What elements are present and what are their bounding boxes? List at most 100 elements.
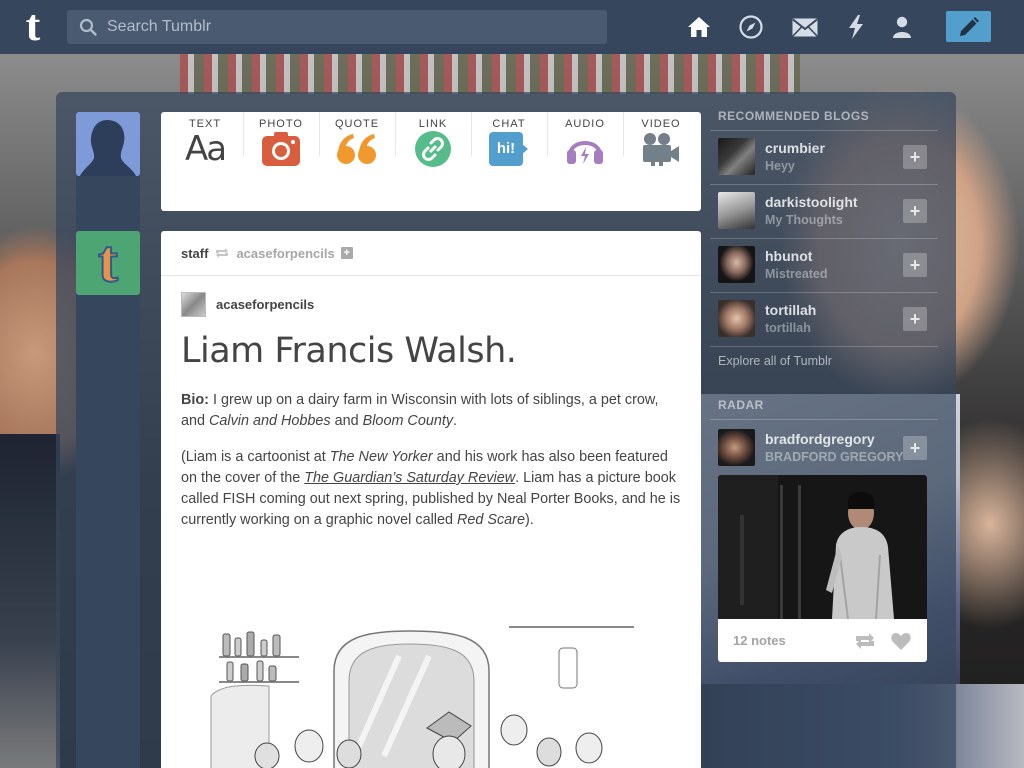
divider bbox=[710, 130, 938, 131]
background-jersey-left bbox=[0, 434, 60, 768]
source-blog-name[interactable]: acaseforpencils bbox=[236, 246, 334, 261]
avatar-column bbox=[76, 112, 140, 768]
divider bbox=[710, 292, 938, 293]
post-type-quote[interactable]: QUOTE bbox=[319, 112, 395, 176]
divider bbox=[710, 184, 938, 185]
author-name[interactable]: acaseforpencils bbox=[216, 297, 314, 312]
cartoon-illustration bbox=[209, 626, 634, 768]
radar-post-photo[interactable] bbox=[718, 475, 927, 619]
notes-count[interactable]: 12 notes bbox=[733, 633, 786, 648]
follow-plus-icon[interactable]: + bbox=[903, 253, 927, 277]
recommended-blog-row[interactable]: hbunot Mistreated + bbox=[718, 246, 928, 286]
search-input[interactable] bbox=[107, 18, 587, 36]
guardian-link[interactable]: The Guardian’s Saturday Review bbox=[304, 470, 515, 486]
body-text: ). bbox=[524, 512, 534, 528]
recommended-blog-row[interactable]: crumbier Heyy + bbox=[718, 138, 928, 178]
body-text: (Liam is a cartoonist at bbox=[181, 449, 330, 465]
radar-post-card[interactable]: 12 notes bbox=[718, 475, 927, 662]
chat-glyph: hi! bbox=[496, 140, 516, 157]
follow-plus-icon[interactable]: + bbox=[340, 247, 353, 259]
quote-marks-icon bbox=[319, 130, 395, 168]
blog-avatar[interactable] bbox=[718, 138, 755, 175]
post-author-row: acaseforpencils bbox=[181, 292, 314, 317]
blog-avatar[interactable] bbox=[718, 192, 755, 229]
recommended-blog-row[interactable]: tortillah tortillah + bbox=[718, 300, 928, 340]
post-type-label: AUDIO bbox=[565, 118, 605, 130]
blog-name[interactable]: tortillah bbox=[765, 302, 816, 318]
recommended-blog-row[interactable]: darkistoolight My Thoughts + bbox=[718, 192, 928, 232]
video-camera-icon bbox=[623, 130, 699, 168]
activity-lightning-icon[interactable] bbox=[843, 14, 869, 40]
bio-label: Bio: bbox=[181, 392, 209, 408]
post-type-label: CHAT bbox=[492, 118, 526, 130]
post-type-audio[interactable]: AUDIO bbox=[547, 112, 623, 176]
radar-blog-row[interactable]: bradfordgregory BRADFORD GREGORY + bbox=[718, 429, 928, 469]
reblogger-name[interactable]: staff bbox=[181, 246, 208, 261]
post-type-video[interactable]: VIDEO bbox=[623, 112, 699, 176]
explore-tumblr-link[interactable]: Explore all of Tumblr bbox=[718, 354, 832, 368]
follow-plus-icon[interactable]: + bbox=[903, 199, 927, 223]
headphones-icon bbox=[547, 130, 623, 168]
recommended-blogs-heading: RECOMMENDED BLOGS bbox=[718, 109, 870, 123]
divider bbox=[710, 238, 938, 239]
account-person-icon[interactable] bbox=[889, 14, 915, 40]
search-box[interactable] bbox=[67, 10, 607, 44]
top-navigation-bar: t bbox=[0, 0, 1024, 54]
blog-avatar[interactable] bbox=[718, 300, 755, 337]
background-crowd bbox=[180, 54, 800, 94]
post-type-label: LINK bbox=[418, 118, 448, 130]
blog-name[interactable]: crumbier bbox=[765, 140, 825, 156]
camera-icon bbox=[243, 130, 319, 168]
blog-avatar[interactable] bbox=[718, 246, 755, 283]
blog-name[interactable]: bradfordgregory bbox=[765, 431, 875, 447]
bio-italic: Calvin and Hobbes bbox=[209, 413, 331, 429]
body-italic: Red Scare bbox=[456, 512, 525, 528]
post-type-selector: TEXT Aa PHOTO QUOTE LINK CHAT hi! AUDIO … bbox=[161, 112, 701, 211]
post-bio-paragraph: Bio: I grew up on a dairy farm in Wiscon… bbox=[181, 390, 681, 432]
compose-post-button[interactable] bbox=[946, 11, 991, 42]
follow-plus-icon[interactable]: + bbox=[903, 145, 927, 169]
blog-title: tortillah bbox=[765, 321, 811, 335]
chat-bubble-icon: hi! bbox=[471, 130, 547, 168]
radar-heading: RADAR bbox=[718, 398, 764, 412]
explore-compass-icon[interactable] bbox=[738, 14, 764, 40]
post-type-label: VIDEO bbox=[641, 118, 681, 130]
tumblr-logo[interactable]: t bbox=[14, 4, 52, 48]
post-title: Liam Francis Walsh. bbox=[181, 331, 517, 371]
post-type-chat[interactable]: CHAT hi! bbox=[471, 112, 547, 176]
blog-avatar[interactable] bbox=[718, 429, 755, 466]
blog-title: My Thoughts bbox=[765, 213, 843, 227]
bio-text: . bbox=[453, 413, 458, 429]
blog-title: Heyy bbox=[765, 159, 795, 173]
bio-italic: Bloom County bbox=[362, 413, 454, 429]
post-type-label: QUOTE bbox=[334, 118, 380, 130]
body-italic: The New Yorker bbox=[329, 449, 433, 465]
dashboard-post: staff acaseforpencils + acaseforpencils … bbox=[161, 231, 701, 768]
author-avatar[interactable] bbox=[181, 292, 206, 317]
blog-name[interactable]: hbunot bbox=[765, 248, 812, 264]
bio-text: and bbox=[330, 413, 363, 429]
svg-text:t: t bbox=[98, 235, 118, 291]
link-chain-icon bbox=[395, 130, 471, 168]
inbox-mail-icon[interactable] bbox=[792, 14, 818, 40]
post-body-paragraph: (Liam is a cartoonist at The New Yorker … bbox=[181, 447, 681, 531]
follow-plus-icon[interactable]: + bbox=[903, 436, 927, 460]
follow-plus-icon[interactable]: + bbox=[903, 307, 927, 331]
reblog-icon[interactable] bbox=[854, 632, 876, 650]
home-icon[interactable] bbox=[686, 14, 712, 40]
pencil-icon bbox=[959, 16, 979, 36]
divider bbox=[710, 419, 938, 420]
post-type-text[interactable]: TEXT Aa bbox=[167, 112, 243, 176]
radar-post-footer: 12 notes bbox=[718, 619, 927, 662]
text-aa-glyph: Aa bbox=[184, 129, 227, 169]
blog-title: Mistreated bbox=[765, 267, 828, 281]
text-aa-icon: Aa bbox=[167, 130, 243, 168]
post-type-label: PHOTO bbox=[259, 118, 303, 130]
like-heart-icon[interactable] bbox=[891, 632, 911, 650]
staff-blog-avatar[interactable]: t bbox=[76, 231, 140, 295]
search-icon bbox=[79, 18, 97, 36]
post-type-link[interactable]: LINK bbox=[395, 112, 471, 176]
user-avatar[interactable] bbox=[76, 112, 140, 176]
blog-name[interactable]: darkistoolight bbox=[765, 194, 858, 210]
post-type-photo[interactable]: PHOTO bbox=[243, 112, 319, 176]
